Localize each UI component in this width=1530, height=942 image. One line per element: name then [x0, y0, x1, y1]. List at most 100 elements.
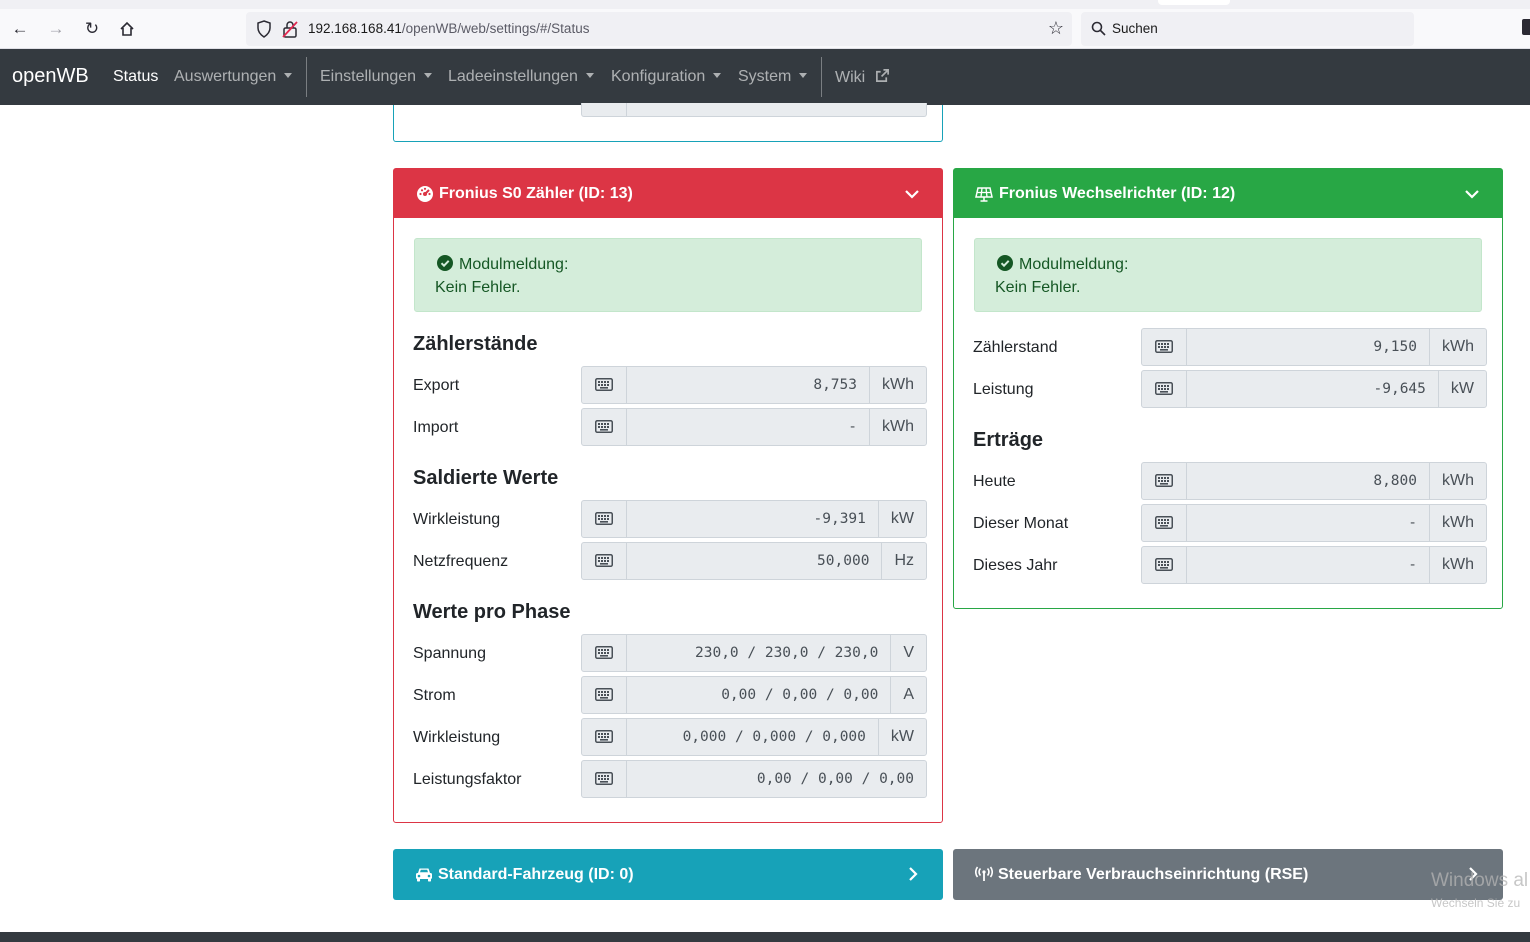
- search-icon: [1091, 21, 1106, 36]
- value-input-group: - kWh: [581, 408, 927, 446]
- chevron-right-icon[interactable]: [905, 866, 921, 882]
- caret-down-icon: [713, 73, 722, 79]
- keyboard-icon-box: [582, 501, 627, 537]
- keyboard-icon: [595, 772, 613, 785]
- back-arrow-icon[interactable]: ←: [8, 17, 32, 41]
- alert-text: Kein Fehler.: [995, 279, 1081, 296]
- keyboard-icon-box: [582, 543, 627, 579]
- solar-panel-icon: [975, 187, 993, 202]
- unit-label: kW: [877, 719, 926, 755]
- keyboard-icon: [1155, 516, 1173, 529]
- keyboard-icon-box: [1142, 547, 1187, 583]
- row-label: Zählerstand: [973, 339, 1058, 356]
- value-input-group: 8,800 kWh: [1141, 462, 1487, 500]
- insecure-lock-icon[interactable]: [282, 20, 298, 38]
- alert-title: Modulmeldung:: [1019, 256, 1129, 273]
- row-label: Import: [413, 419, 459, 436]
- check-circle-icon: [997, 255, 1013, 271]
- keyboard-icon-box: [582, 409, 627, 445]
- value-input-group: 50,000 Hz: [581, 542, 927, 580]
- keyboard-icon-box: [582, 635, 627, 671]
- keyboard-icon: [595, 688, 613, 701]
- keyboard-icon-box: [1142, 371, 1187, 407]
- keyboard-icon: [1155, 340, 1173, 353]
- reload-icon[interactable]: ↻: [80, 17, 104, 41]
- caret-down-icon: [424, 73, 433, 79]
- row-label: Heute: [973, 473, 1016, 490]
- keyboard-icon-box: [582, 367, 627, 403]
- broadcast-tower-icon: [975, 866, 993, 881]
- main-navbar: openWB Status Auswertungen Einstellungen…: [0, 49, 1530, 105]
- module-status-alert: Modulmeldung: Kein Fehler.: [974, 238, 1482, 312]
- url-bar[interactable]: 192.168.168.41/openWB/web/settings/#/Sta…: [246, 12, 1072, 46]
- value-field: 0,00 / 0,00 / 0,00: [721, 687, 879, 703]
- value-input-group: - kWh: [1141, 504, 1487, 542]
- keyboard-icon: [595, 378, 613, 391]
- check-circle-icon: [437, 255, 453, 271]
- brand-logo[interactable]: openWB: [12, 65, 89, 88]
- module-status-alert: Modulmeldung: Kein Fehler.: [414, 238, 922, 312]
- row-label: Export: [413, 377, 460, 394]
- forward-arrow-icon[interactable]: →: [44, 17, 68, 41]
- windows-activation-subtext: Wechseln Sie zu: [1431, 896, 1521, 910]
- unit-label: V: [890, 635, 926, 671]
- value-input-group: 8,753 kWh: [581, 366, 927, 404]
- url-text[interactable]: 192.168.168.41/openWB/web/settings/#/Sta…: [308, 21, 589, 36]
- nav-ladeeinstellungen[interactable]: Ladeeinstellungen: [448, 68, 594, 86]
- row-label: Netzfrequenz: [413, 553, 509, 570]
- value-field: -: [1408, 557, 1417, 573]
- counter-card-header[interactable]: Fronius S0 Zähler (ID: 13): [394, 169, 942, 218]
- keyboard-icon-box: [1142, 329, 1187, 365]
- value-field: 50,000: [817, 553, 870, 569]
- chevron-down-icon[interactable]: [904, 186, 920, 202]
- value-input-group: - kWh: [1141, 546, 1487, 584]
- nav-auswertungen[interactable]: Auswertungen: [174, 68, 293, 86]
- value-input-group: -9,645 kW: [1141, 370, 1487, 408]
- unit-label: kWh: [1429, 505, 1486, 541]
- row-label: Leistung: [973, 381, 1034, 398]
- search-bar[interactable]: Suchen: [1081, 12, 1414, 46]
- bookmark-star-icon[interactable]: ☆: [1048, 18, 1064, 39]
- keyboard-icon: [1155, 382, 1173, 395]
- keyboard-icon-box: [1142, 505, 1187, 541]
- value-input-group: 0,00 / 0,00 / 0,00 A: [581, 676, 927, 714]
- value-field: 9,150: [1373, 339, 1417, 355]
- nav-einstellungen[interactable]: Einstellungen: [320, 68, 433, 86]
- gauge-icon: [417, 186, 433, 202]
- extension-icon[interactable]: [1522, 19, 1530, 35]
- unit-label: Hz: [881, 543, 926, 579]
- row-label: Dieser Monat: [973, 515, 1069, 532]
- value-field: 230,0 / 230,0 / 230,0: [695, 645, 879, 661]
- unit-label: kWh: [1429, 329, 1486, 365]
- value-input-group: 0,000 / 0,000 / 0,000 kW: [581, 718, 927, 756]
- keyboard-icon-box: [1142, 463, 1187, 499]
- keyboard-icon-box: [582, 719, 627, 755]
- unit-label: kWh: [1429, 547, 1486, 583]
- row-label: Dieses Jahr: [973, 557, 1058, 574]
- row-label: Wirkleistung: [413, 511, 501, 528]
- page-footer: [0, 932, 1530, 942]
- value-field: -9,645: [1373, 381, 1426, 397]
- keyboard-icon: [1155, 558, 1173, 571]
- caret-down-icon: [585, 73, 594, 79]
- nav-system[interactable]: System: [738, 68, 808, 86]
- keyboard-icon: [595, 730, 613, 743]
- value-field: -9,391: [813, 511, 866, 527]
- rse-card-header[interactable]: Steuerbare Verbrauchseinrichtung (RSE): [953, 849, 1503, 900]
- value-input-group: 0,00 / 0,00 / 0,00: [581, 760, 927, 798]
- home-icon[interactable]: [115, 17, 139, 41]
- nav-status[interactable]: Status: [113, 68, 158, 86]
- nav-wiki[interactable]: Wiki: [835, 68, 890, 87]
- vehicle-card-header[interactable]: Standard-Fahrzeug (ID: 0): [393, 849, 943, 900]
- active-tab[interactable]: [1158, 0, 1230, 5]
- unit-label: A: [890, 677, 926, 713]
- value-field: -: [1408, 515, 1417, 531]
- chevron-down-icon[interactable]: [1464, 186, 1480, 202]
- nav-divider: [306, 57, 307, 97]
- inverter-card-header[interactable]: Fronius Wechselrichter (ID: 12): [954, 169, 1502, 218]
- shield-icon[interactable]: [256, 20, 272, 38]
- nav-konfiguration[interactable]: Konfiguration: [611, 68, 722, 86]
- windows-activation-watermark: Windows al: [1431, 870, 1529, 891]
- unit-label: kWh: [869, 409, 926, 445]
- alert-title: Modulmeldung:: [459, 256, 569, 273]
